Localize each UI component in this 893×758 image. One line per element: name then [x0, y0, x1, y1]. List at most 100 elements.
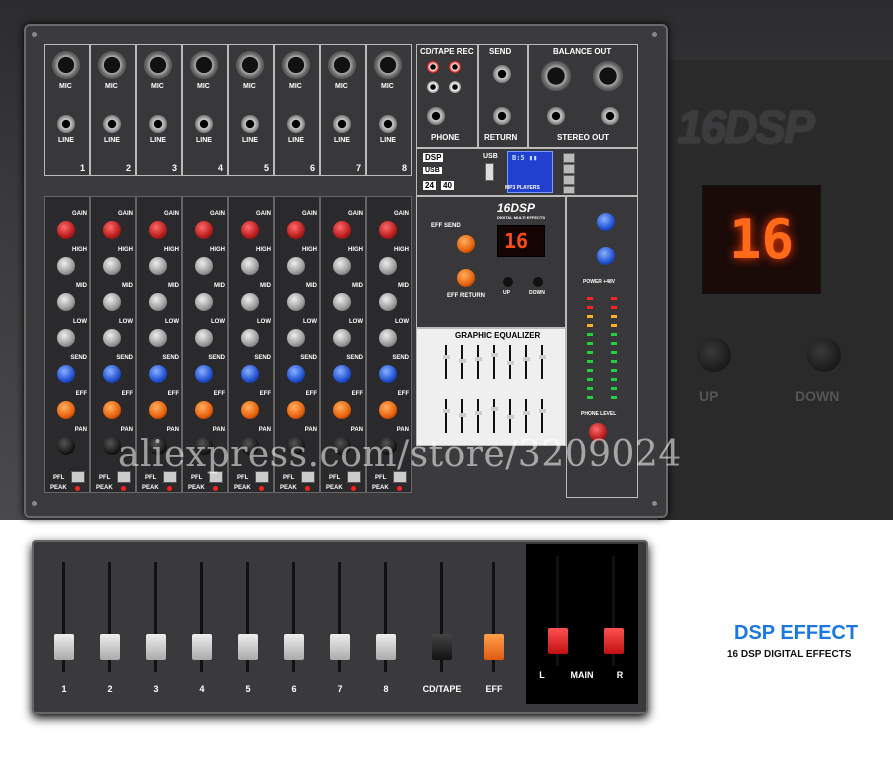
stereo-out-r[interactable] — [601, 107, 619, 125]
mid-knob[interactable] — [333, 293, 351, 311]
mid-knob[interactable] — [149, 293, 167, 311]
stereo-out-l[interactable] — [547, 107, 565, 125]
mid-knob[interactable] — [195, 293, 213, 311]
mp3-play-button[interactable] — [563, 186, 575, 194]
eq-slider[interactable] — [491, 407, 498, 411]
cdtape-fader[interactable]: CD/TAPE — [420, 550, 464, 695]
line-jack[interactable] — [195, 115, 213, 133]
mid-knob[interactable] — [287, 293, 305, 311]
eq-slider[interactable] — [475, 357, 482, 361]
channel-fader-6[interactable]: 6 — [272, 550, 316, 695]
eff-knob[interactable] — [103, 401, 121, 419]
send-knob[interactable] — [149, 365, 167, 383]
eff-knob[interactable] — [57, 401, 75, 419]
xlr-input[interactable] — [144, 51, 172, 79]
channel-fader-4[interactable]: 4 — [180, 550, 224, 695]
eff-return-knob[interactable] — [457, 269, 475, 287]
line-jack[interactable] — [103, 115, 121, 133]
eff-knob[interactable] — [379, 401, 397, 419]
send-knob[interactable] — [195, 365, 213, 383]
gain-knob[interactable] — [103, 221, 121, 239]
eff-knob[interactable] — [241, 401, 259, 419]
send-knob[interactable] — [287, 365, 305, 383]
main-fader-r[interactable] — [592, 544, 636, 689]
gain-knob[interactable] — [241, 221, 259, 239]
return-jack[interactable] — [493, 107, 511, 125]
line-jack[interactable] — [379, 115, 397, 133]
send-master-knob[interactable] — [597, 247, 615, 265]
low-knob[interactable] — [57, 329, 75, 347]
line-jack[interactable] — [57, 115, 75, 133]
eq-slider[interactable] — [523, 357, 530, 361]
eff-send-knob[interactable] — [457, 235, 475, 253]
xlr-input[interactable] — [52, 51, 80, 79]
zoom-down-button[interactable] — [807, 338, 841, 372]
mid-knob[interactable] — [241, 293, 259, 311]
gain-knob[interactable] — [195, 221, 213, 239]
low-knob[interactable] — [241, 329, 259, 347]
line-jack[interactable] — [287, 115, 305, 133]
xlr-input[interactable] — [374, 51, 402, 79]
mp3-next-button[interactable] — [563, 175, 575, 185]
high-knob[interactable] — [379, 257, 397, 275]
channel-fader-8[interactable]: 8 — [364, 550, 408, 695]
xlr-input[interactable] — [236, 51, 264, 79]
gain-knob[interactable] — [149, 221, 167, 239]
eff-knob[interactable] — [333, 401, 351, 419]
mid-knob[interactable] — [103, 293, 121, 311]
channel-fader-5[interactable]: 5 — [226, 550, 270, 695]
send-knob[interactable] — [57, 365, 75, 383]
gain-knob[interactable] — [287, 221, 305, 239]
low-knob[interactable] — [103, 329, 121, 347]
zoom-up-button[interactable] — [697, 338, 731, 372]
low-knob[interactable] — [333, 329, 351, 347]
rca-jack[interactable] — [449, 81, 461, 93]
dsp-up-button[interactable] — [503, 277, 513, 287]
low-knob[interactable] — [149, 329, 167, 347]
channel-fader-2[interactable]: 2 — [88, 550, 132, 695]
eff-knob[interactable] — [195, 401, 213, 419]
eq-slider[interactable] — [443, 355, 450, 359]
send-knob[interactable] — [379, 365, 397, 383]
dsp-down-button[interactable] — [533, 277, 543, 287]
eq-slider[interactable] — [491, 353, 498, 357]
high-knob[interactable] — [287, 257, 305, 275]
mp3-prev-button[interactable] — [563, 164, 575, 174]
high-knob[interactable] — [57, 257, 75, 275]
eff-knob[interactable] — [287, 401, 305, 419]
gain-knob[interactable] — [333, 221, 351, 239]
eq-slider[interactable] — [459, 413, 466, 417]
eq-slider[interactable] — [539, 409, 546, 413]
channel-fader-1[interactable]: 1 — [42, 550, 86, 695]
eq-slider[interactable] — [459, 359, 466, 363]
xlr-input[interactable] — [282, 51, 310, 79]
mp3-repeat-button[interactable] — [563, 153, 575, 163]
send-knob[interactable] — [241, 365, 259, 383]
line-jack[interactable] — [149, 115, 167, 133]
send-knob[interactable] — [333, 365, 351, 383]
gain-knob[interactable] — [379, 221, 397, 239]
high-knob[interactable] — [149, 257, 167, 275]
rca-jack[interactable] — [449, 61, 461, 73]
mid-knob[interactable] — [379, 293, 397, 311]
eff-fader[interactable]: EFF — [472, 550, 516, 695]
high-knob[interactable] — [241, 257, 259, 275]
high-knob[interactable] — [195, 257, 213, 275]
eq-slider[interactable] — [507, 361, 514, 365]
return-knob[interactable] — [597, 213, 615, 231]
usb-port[interactable] — [485, 163, 494, 181]
xlr-out-l[interactable] — [541, 61, 571, 91]
channel-fader-3[interactable]: 3 — [134, 550, 178, 695]
eq-slider[interactable] — [539, 355, 546, 359]
xlr-out-r[interactable] — [593, 61, 623, 91]
main-fader-l[interactable] — [536, 544, 580, 689]
low-knob[interactable] — [287, 329, 305, 347]
low-knob[interactable] — [195, 329, 213, 347]
high-knob[interactable] — [333, 257, 351, 275]
gain-knob[interactable] — [57, 221, 75, 239]
eq-slider[interactable] — [443, 409, 450, 413]
send-jack[interactable] — [493, 65, 511, 83]
xlr-input[interactable] — [190, 51, 218, 79]
rca-jack[interactable] — [427, 81, 439, 93]
eq-slider[interactable] — [507, 415, 514, 419]
